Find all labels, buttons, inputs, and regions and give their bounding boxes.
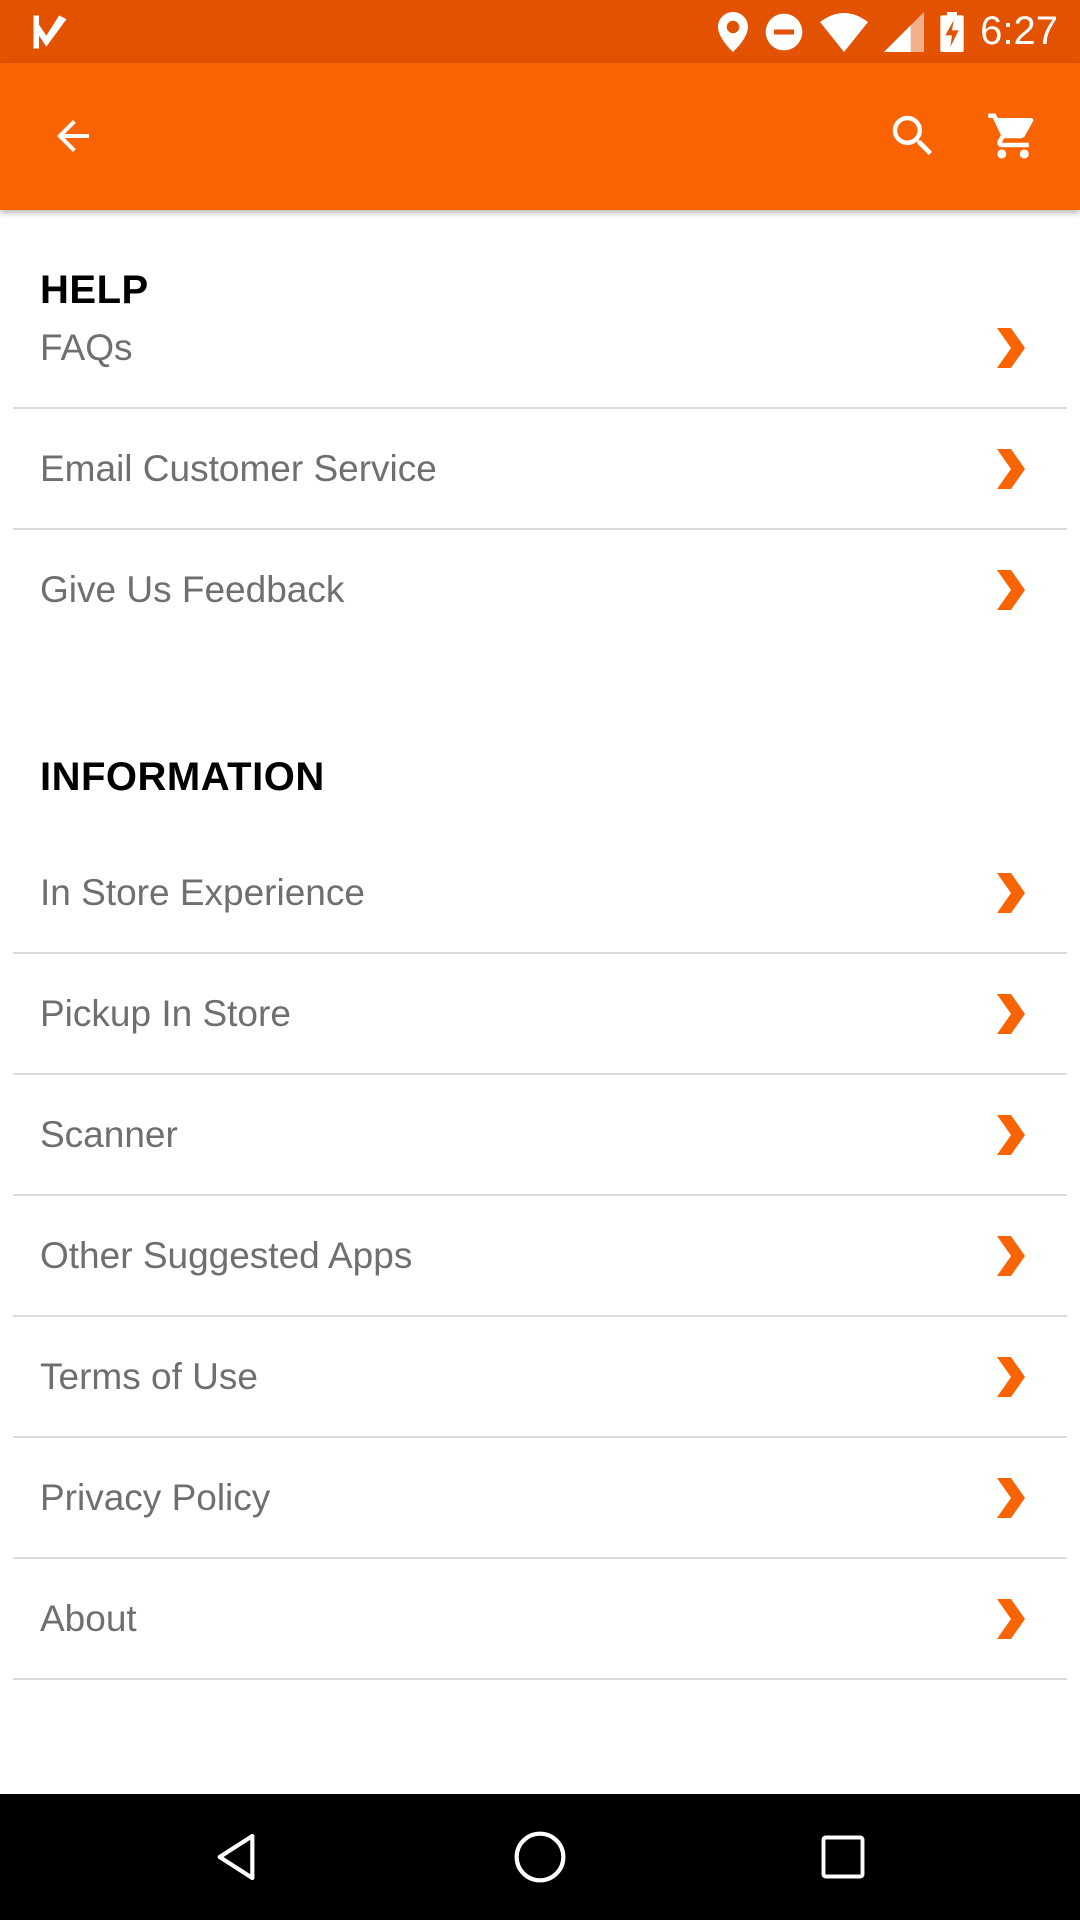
back-button[interactable] (36, 99, 110, 173)
menu-item-label: Terms of Use (40, 1356, 258, 1397)
menu-item-in-store-experience[interactable]: In Store Experience (13, 834, 1067, 954)
signal-icon (884, 11, 925, 52)
status-bar: 6:27 (0, 0, 1080, 63)
menu-item-label: FAQs (40, 327, 133, 368)
menu-item-label: Privacy Policy (40, 1477, 271, 1518)
location-icon (718, 11, 749, 52)
menu-item-email-customer-service[interactable]: Email Customer Service (13, 410, 1067, 530)
chevron-right-icon (997, 1357, 1025, 1397)
nav-home-button[interactable] (504, 1821, 576, 1893)
app-bar (0, 63, 1080, 210)
shopping-cart-icon (988, 113, 1034, 159)
menu-item-label: About (40, 1598, 137, 1639)
battery-charging-icon (940, 11, 964, 52)
menu-item-label: Give Us Feedback (40, 569, 345, 610)
chevron-right-icon (997, 873, 1025, 913)
wifi-icon (820, 12, 869, 52)
menu-item-give-us-feedback[interactable]: Give Us Feedback (13, 531, 1067, 649)
nav-home-icon (514, 1831, 566, 1883)
search-button[interactable] (876, 99, 950, 173)
chevron-right-icon (997, 570, 1025, 610)
menu-item-pickup-in-store[interactable]: Pickup In Store (13, 955, 1067, 1075)
chevron-right-icon (997, 328, 1025, 368)
menu-item-label: Other Suggested Apps (40, 1235, 413, 1276)
nav-recents-icon (821, 1835, 865, 1879)
status-time: 6:27 (980, 9, 1058, 53)
menu-item-other-suggested-apps[interactable]: Other Suggested Apps (13, 1197, 1067, 1317)
system-nav-bar (0, 1794, 1080, 1920)
menu-item-label: Pickup In Store (40, 993, 291, 1034)
check-flag-icon (33, 15, 67, 49)
nav-back-button[interactable] (200, 1821, 272, 1893)
section-heading: INFORMATION (40, 755, 325, 799)
chevron-right-icon (997, 1115, 1025, 1155)
menu-item-terms-of-use[interactable]: Terms of Use (13, 1318, 1067, 1438)
nav-recents-button[interactable] (807, 1821, 879, 1893)
menu-item-faqs[interactable]: FAQs (13, 289, 1067, 409)
menu-item-label: Scanner (40, 1114, 178, 1155)
menu-item-about[interactable]: About (13, 1560, 1067, 1680)
menu-item-scanner[interactable]: Scanner (13, 1076, 1067, 1196)
search-icon (892, 115, 933, 156)
status-icons: 6:27 (718, 0, 1080, 63)
menu-item-label: In Store Experience (40, 872, 365, 913)
do-not-disturb-icon (764, 12, 804, 52)
chevron-right-icon (997, 994, 1025, 1034)
chevron-right-icon (997, 449, 1025, 489)
nav-back-icon (217, 1833, 255, 1881)
chevron-right-icon (997, 1599, 1025, 1639)
chevron-right-icon (997, 1478, 1025, 1518)
cart-button[interactable] (976, 99, 1050, 173)
arrow-back-icon (57, 120, 89, 152)
menu-item-privacy-policy[interactable]: Privacy Policy (13, 1439, 1067, 1559)
menu-item-label: Email Customer Service (40, 448, 437, 489)
chevron-right-icon (997, 1236, 1025, 1276)
